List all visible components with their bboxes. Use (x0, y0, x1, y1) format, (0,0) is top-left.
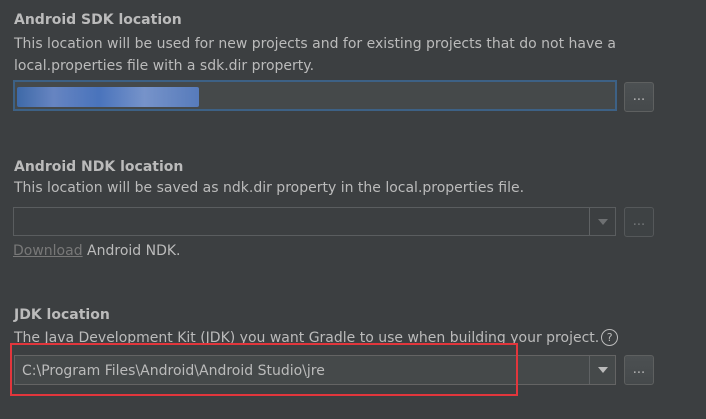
ndk-download-row: Download Android NDK. (13, 243, 181, 259)
ndk-download-suffix: Android NDK. (82, 243, 181, 259)
ndk-dropdown-button[interactable] (589, 208, 615, 235)
chevron-down-icon (598, 367, 608, 373)
ndk-location-title: Android NDK location (14, 159, 184, 175)
help-icon[interactable]: ? (601, 329, 619, 346)
sdk-location-title: Android SDK location (14, 12, 182, 28)
highlight-annotation-box (10, 343, 518, 396)
jdk-dropdown-button[interactable] (589, 356, 615, 384)
sdk-location-description: This location will be used for new proje… (14, 36, 616, 74)
ndk-location-description: This location will be saved as ndk.dir p… (14, 180, 525, 196)
jdk-browse-button[interactable]: ... (624, 355, 654, 385)
redacted-path-mask (17, 87, 199, 107)
sdk-location-input[interactable] (13, 80, 617, 111)
chevron-down-icon (598, 218, 608, 225)
ndk-browse-button[interactable]: ... (624, 207, 654, 237)
sdk-browse-button[interactable]: ... (624, 82, 654, 112)
jdk-location-title: JDK location (14, 307, 110, 323)
ndk-location-combobox[interactable] (13, 207, 616, 236)
ndk-download-link[interactable]: Download (13, 243, 83, 259)
